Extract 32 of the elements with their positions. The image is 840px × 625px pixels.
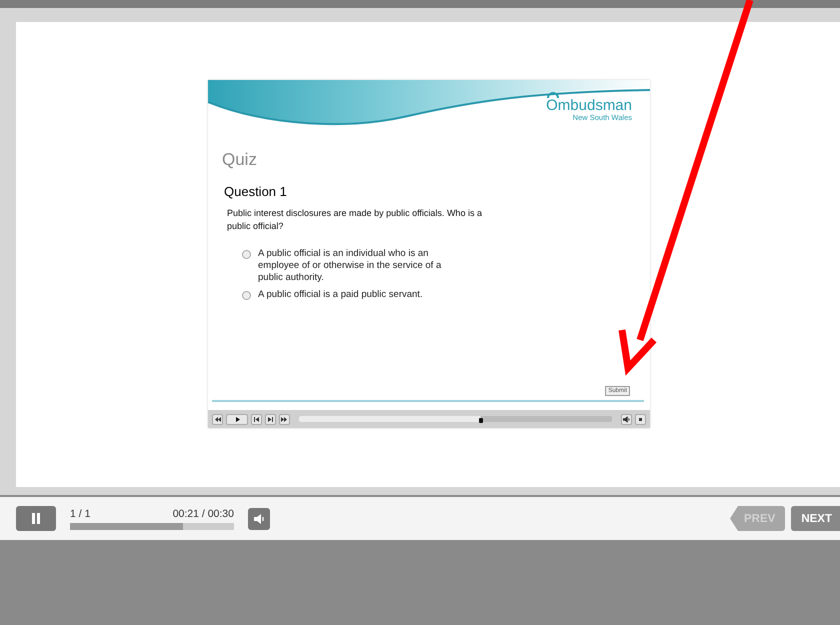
speaker-icon bbox=[253, 512, 265, 524]
previous-button[interactable] bbox=[251, 414, 262, 424]
answer-option[interactable]: A public official is an individual who is an employee of or otherwise in the service of a public authority. bbox=[258, 248, 448, 284]
play-icon bbox=[234, 416, 240, 422]
question-text: Public interest disclosures are made by public officials. Who is a public official? bbox=[227, 207, 483, 233]
play-button[interactable] bbox=[226, 414, 248, 424]
speaker-icon bbox=[623, 416, 630, 422]
progress-track[interactable] bbox=[70, 522, 234, 530]
pause-icon bbox=[31, 513, 41, 524]
stop-icon bbox=[637, 416, 644, 422]
rewind-icon bbox=[214, 416, 221, 422]
question-heading: Question 1 bbox=[224, 184, 288, 199]
fast-forward-icon bbox=[281, 416, 288, 422]
rewind-button[interactable] bbox=[212, 414, 223, 424]
page-counter: 1 / 1 bbox=[70, 508, 90, 520]
time-label: 00:21 / 00:30 bbox=[172, 508, 234, 520]
radio-button[interactable] bbox=[242, 291, 251, 300]
next-button[interactable]: NEXT bbox=[791, 506, 840, 531]
answer-option[interactable]: A public official is a paid public servant. bbox=[258, 289, 448, 301]
skip-back-icon bbox=[253, 416, 260, 422]
logo-icon bbox=[546, 92, 560, 98]
volume-button[interactable] bbox=[621, 414, 632, 424]
slide-title: Quiz bbox=[222, 150, 258, 170]
brand-name: Ombudsman bbox=[546, 98, 632, 113]
radio-button[interactable] bbox=[242, 250, 251, 259]
skip-forward-icon bbox=[267, 416, 274, 422]
pause-button[interactable] bbox=[16, 506, 56, 531]
stop-button[interactable] bbox=[635, 414, 646, 424]
fast-forward-button[interactable] bbox=[279, 414, 290, 424]
next-button[interactable] bbox=[265, 414, 276, 424]
seek-thumb[interactable] bbox=[478, 418, 483, 423]
seek-track[interactable] bbox=[299, 416, 612, 422]
